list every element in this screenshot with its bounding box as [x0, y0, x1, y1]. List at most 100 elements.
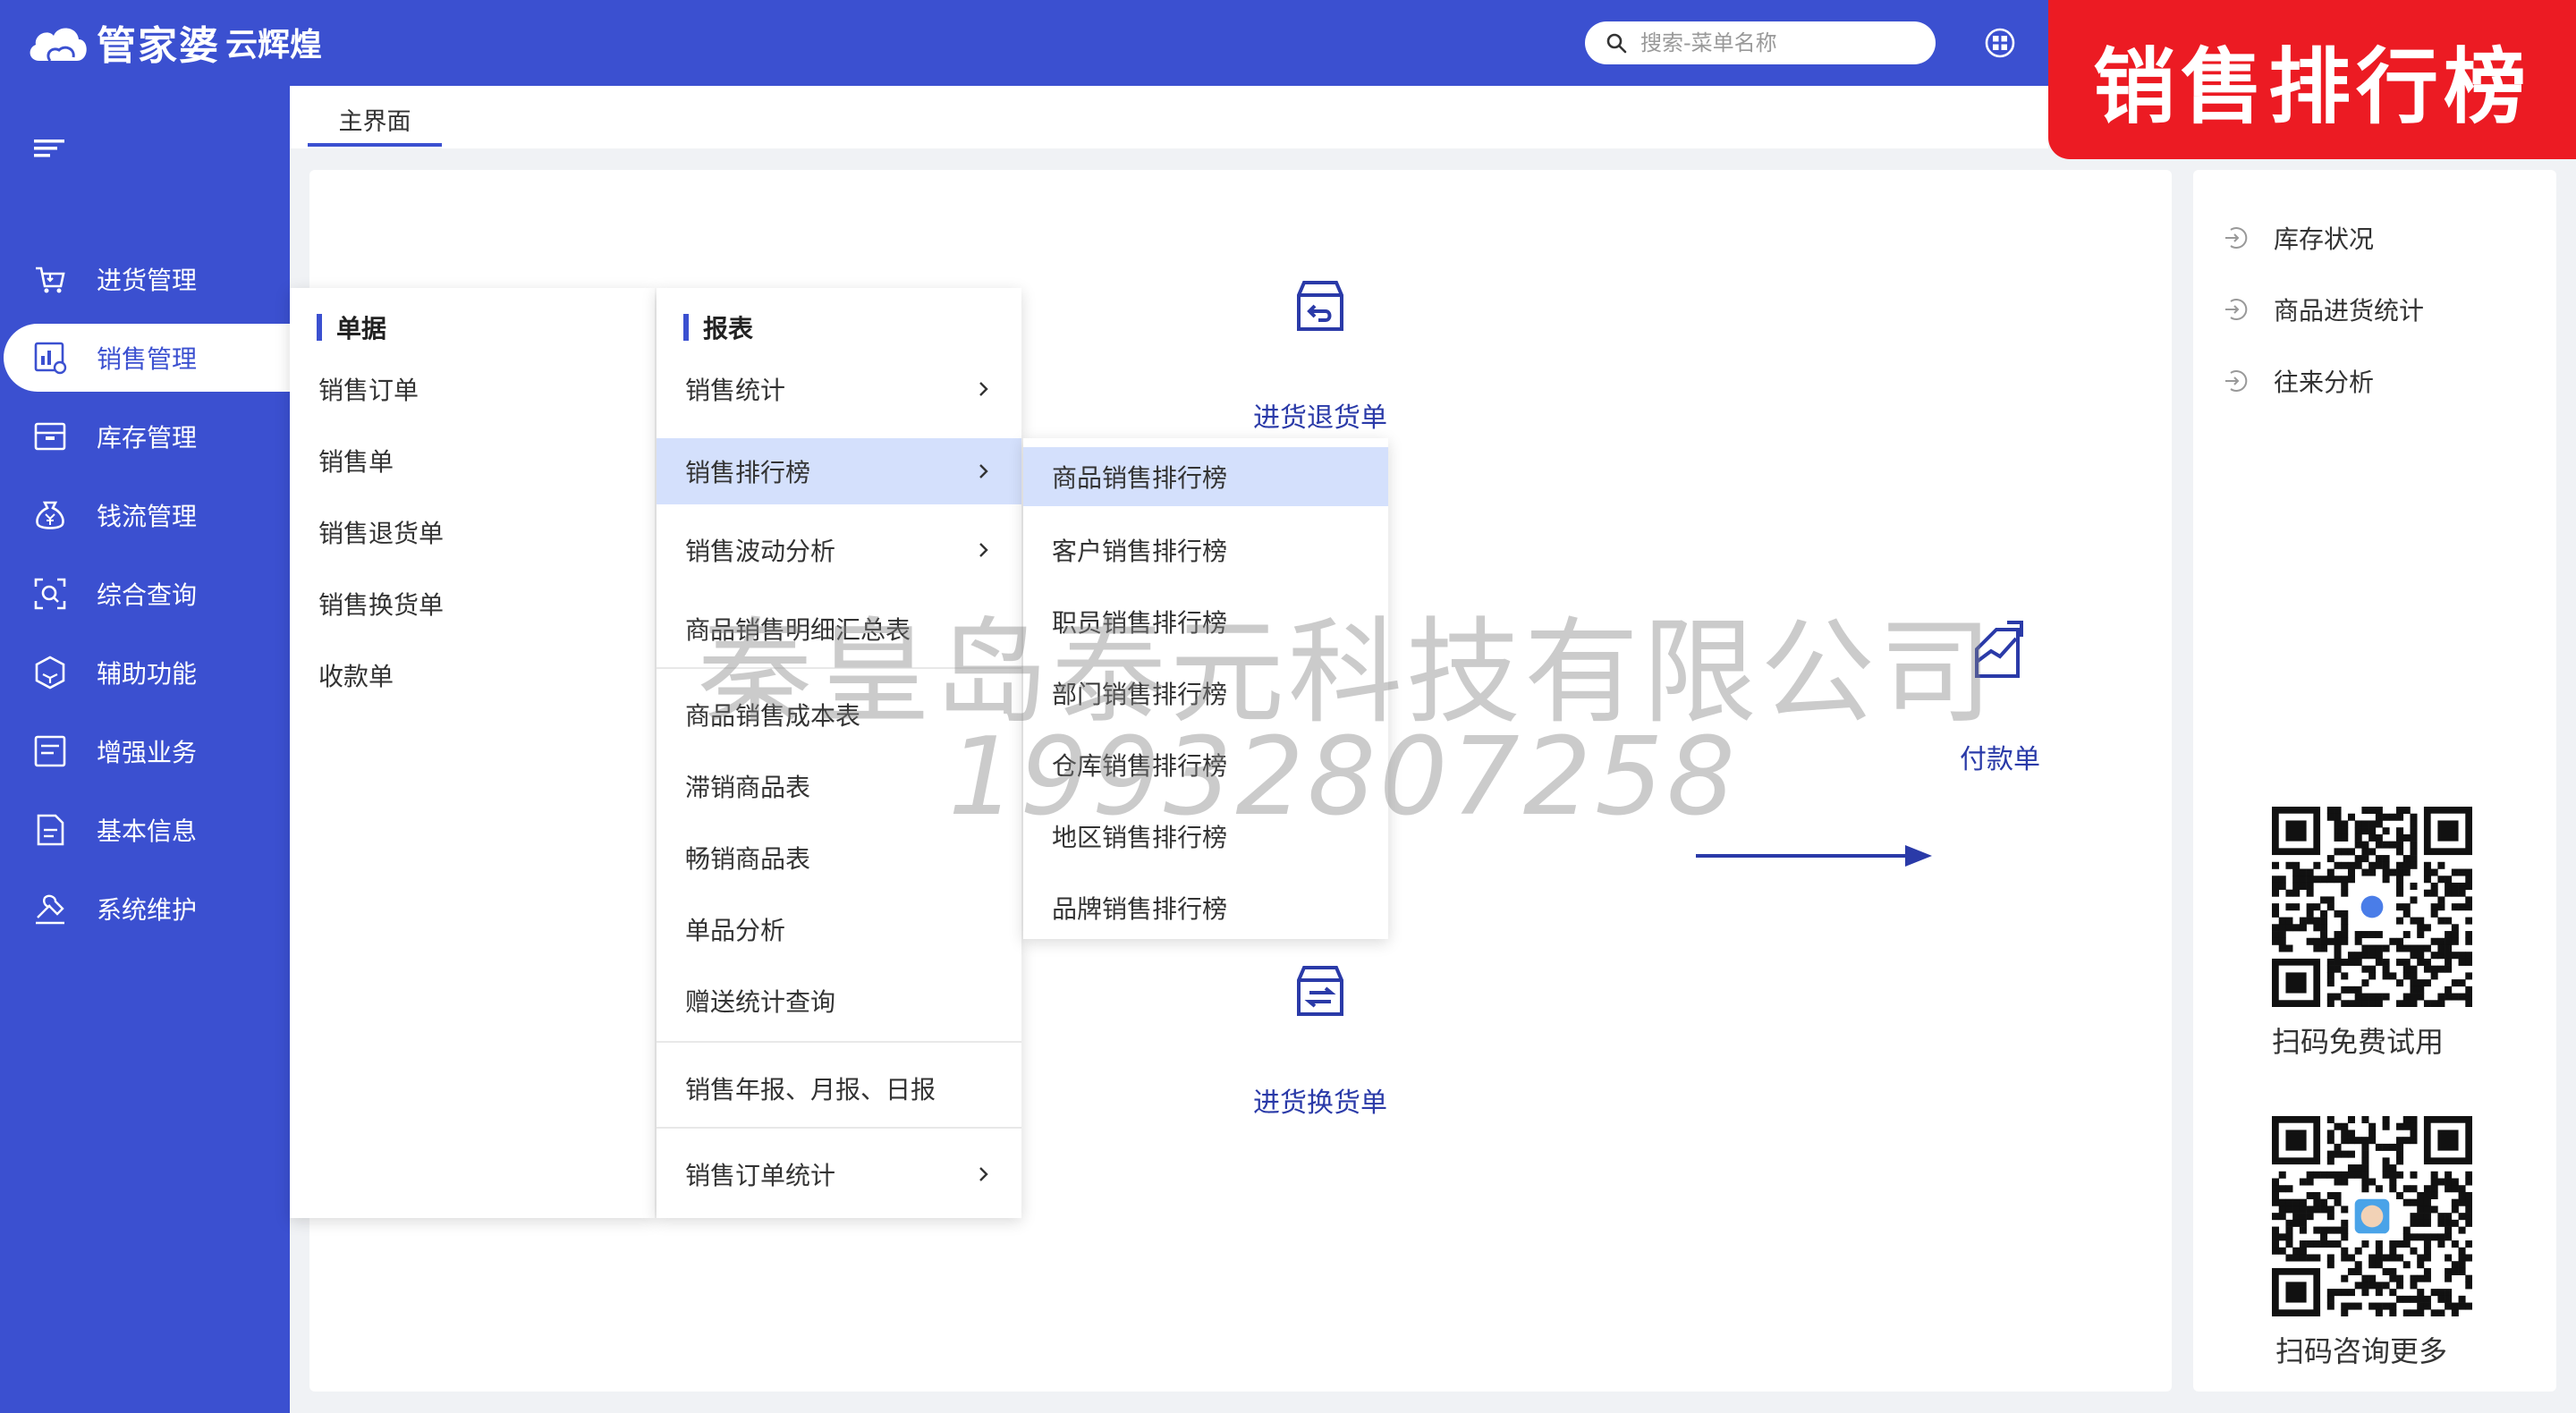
cart-icon [36, 267, 65, 293]
section-accent-bar [317, 314, 322, 341]
chevron-right-icon [979, 1167, 988, 1181]
sidebar-item-label: 综合查询 [97, 580, 198, 610]
menu-item-label: 职员销售排行榜 [1052, 608, 1228, 638]
section-title-text: 报表 [703, 314, 754, 343]
sidebar-item-cashflow[interactable]: 钱流管理 [0, 481, 290, 549]
section-title-text: 单据 [336, 314, 387, 343]
sidebar-item-label: 系统维护 [97, 895, 198, 925]
login-arrow-icon [2225, 370, 2248, 392]
promo-banner: 销售排行榜 [2048, 0, 2576, 159]
menu-item-receipt[interactable]: 收款单 [290, 642, 655, 708]
menu-item-warehouse-ranking[interactable]: 仓库销售排行榜 [1023, 732, 1388, 798]
chevron-right-icon [979, 543, 988, 557]
sidebar-item-auxiliary[interactable]: 辅助功能 [0, 639, 290, 706]
sidebar-item-purchase[interactable]: 进货管理 [0, 245, 290, 313]
menu-item-label: 销售换货单 [318, 590, 445, 620]
quick-link-inventory[interactable]: 库存状况 [2222, 220, 2374, 256]
menu-item-label: 商品销售成本表 [685, 701, 861, 731]
sidebar-item-label: 基本信息 [97, 816, 198, 846]
qr-code-trial-icon [2272, 807, 2472, 1007]
return-box-icon [1297, 281, 1343, 331]
login-arrow-icon [2225, 299, 2248, 320]
sidebar-item-label: 库存管理 [97, 423, 198, 453]
search-icon[interactable] [1605, 31, 1628, 55]
menu-item-sales-cost[interactable]: 商品销售成本表 [657, 681, 1021, 748]
menu-item-gift-stats[interactable]: 赠送统计查询 [657, 968, 1021, 1034]
sidebar-item-sales[interactable]: 销售管理 [4, 324, 290, 392]
qr-code-consult-icon [2272, 1116, 2472, 1316]
menu-item-sales-exchange[interactable]: 销售换货单 [290, 571, 655, 637]
flow-arrow-icon [1696, 845, 1932, 867]
menu-item-product-ranking[interactable]: 商品销售排行榜 [1023, 447, 1388, 506]
sidebar-item-label: 辅助功能 [97, 659, 198, 689]
app-logo[interactable]: 管家婆 云辉煌 [25, 16, 323, 69]
sidebar-item-enhanced[interactable]: 增强业务 [0, 717, 290, 785]
qr-caption: 扫码免费试用 [2272, 1025, 2445, 1059]
menu-item-label: 滞销商品表 [685, 773, 811, 802]
quick-link-label: 库存状况 [2274, 224, 2375, 254]
menu-item-label: 销售统计 [685, 376, 786, 405]
search-frame-icon [34, 578, 66, 610]
menu-item-label: 销售订单统计 [685, 1161, 836, 1190]
menu-item-label: 商品销售排行榜 [1052, 463, 1228, 493]
menu-item-label: 部门销售排行榜 [1052, 680, 1228, 709]
menu-item-label: 地区销售排行榜 [1052, 823, 1228, 852]
sidebar-item-query[interactable]: 综合查询 [0, 560, 290, 628]
tab-strip: 主界面 [290, 86, 2048, 148]
menu-item-sales-fluctuation[interactable]: 销售波动分析 [657, 517, 1021, 583]
sidebar-item-label: 销售管理 [97, 344, 198, 374]
menu-item-sales-order[interactable]: 销售订单 [290, 356, 655, 422]
menu-collapse-icon[interactable] [32, 132, 68, 165]
menu-item-label: 单品分析 [685, 916, 786, 945]
flyout-documents: 单据 销售订单 销售单 销售退货单 销售换货单 收款单 [290, 288, 655, 1218]
sidebar-item-inventory[interactable]: 库存管理 [0, 402, 290, 470]
menu-item-sales-detail-summary[interactable]: 商品销售明细汇总表 [657, 596, 1021, 662]
sidebar-item-basic-info[interactable]: 基本信息 [0, 796, 290, 864]
menu-item-slow-sellers[interactable]: 滞销商品表 [657, 753, 1021, 819]
quick-link-purchase-stats[interactable]: 商品进货统计 [2222, 292, 2424, 327]
menu-item-customer-ranking[interactable]: 客户销售排行榜 [1023, 517, 1388, 583]
section-accent-bar [683, 314, 689, 341]
menu-divider [657, 1127, 1021, 1129]
menu-item-periodic-reports[interactable]: 销售年报、月报、日报 [657, 1055, 1021, 1121]
menu-item-label: 销售订单 [318, 376, 419, 405]
menu-divider [657, 667, 1021, 669]
document-icon [37, 814, 64, 846]
flow-label: 付款单 [1960, 744, 2040, 775]
flow-purchase-return[interactable]: 进货退货单 [1204, 275, 1436, 435]
menu-item-sales-slip[interactable]: 销售单 [290, 427, 655, 494]
sidebar: 进货管理 销售管理 库存管理 钱流管理 综合查询 辅助功能 增强业务 基本信息 … [0, 86, 290, 1413]
flow-payment[interactable]: 付款单 [1928, 617, 2072, 776]
menu-item-department-ranking[interactable]: 部门销售排行榜 [1023, 660, 1388, 726]
money-bag-icon [36, 501, 64, 529]
menu-item-sales-ranking[interactable]: 销售排行榜 [657, 438, 1021, 504]
login-arrow-icon [2225, 227, 2248, 249]
quick-link-account-analysis[interactable]: 往来分析 [2222, 363, 2374, 399]
menu-item-staff-ranking[interactable]: 职员销售排行榜 [1023, 588, 1388, 655]
flyout-ranking: 商品销售排行榜 客户销售排行榜 职员销售排行榜 部门销售排行榜 仓库销售排行榜 … [1023, 438, 1388, 939]
logo-subname: 云辉煌 [225, 27, 323, 63]
list-icon [34, 735, 66, 767]
menu-item-sales-return[interactable]: 销售退货单 [290, 499, 655, 565]
menu-item-label: 畅销商品表 [685, 844, 811, 874]
section-title: 报表 [683, 309, 753, 345]
tab-home[interactable]: 主界面 [308, 102, 442, 147]
menu-item-best-sellers[interactable]: 畅销商品表 [657, 825, 1021, 891]
menu-item-label: 销售年报、月报、日报 [685, 1075, 936, 1104]
menu-item-brand-ranking[interactable]: 品牌销售排行榜 [1023, 875, 1388, 941]
menu-item-single-product-analysis[interactable]: 单品分析 [657, 896, 1021, 962]
app-grid-icon[interactable] [1984, 27, 2016, 59]
sidebar-item-maintenance[interactable]: 系统维护 [0, 875, 290, 943]
quick-link-label: 往来分析 [2274, 368, 2375, 397]
menu-item-sales-stats[interactable]: 销售统计 [657, 356, 1021, 422]
search-input[interactable] [1639, 30, 1928, 56]
sidebar-item-label: 进货管理 [97, 266, 198, 295]
menu-item-region-ranking[interactable]: 地区销售排行榜 [1023, 803, 1388, 869]
menu-item-label: 品牌销售排行榜 [1052, 894, 1228, 924]
payment-icon [1975, 621, 2023, 678]
search-box[interactable] [1585, 21, 1936, 64]
logo-name: 管家婆 [97, 23, 220, 69]
menu-item-sales-order-stats[interactable]: 销售订单统计 [657, 1141, 1021, 1207]
flow-purchase-exchange[interactable]: 进货换货单 [1204, 960, 1436, 1120]
menu-item-label: 销售单 [318, 447, 394, 477]
